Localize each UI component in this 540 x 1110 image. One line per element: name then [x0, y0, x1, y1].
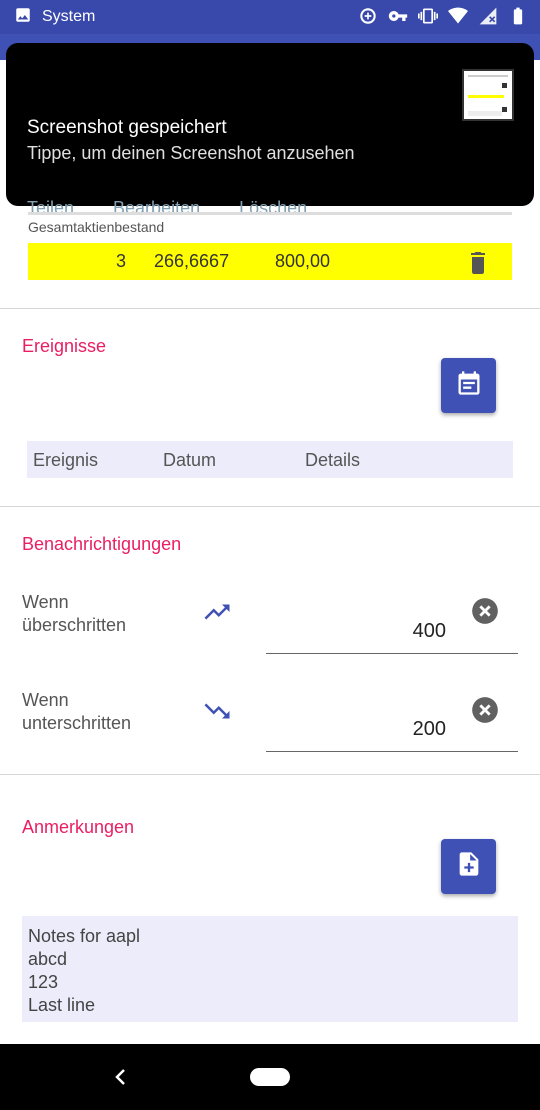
wifi-icon	[448, 6, 468, 31]
column-date: Datum	[163, 450, 217, 470]
above-label-line2: überschritten	[22, 615, 127, 635]
below-threshold-value: 200	[412, 718, 446, 740]
add-note-button[interactable]	[441, 839, 496, 894]
notes-line: Last line	[28, 995, 96, 1015]
vibrate-icon	[418, 6, 438, 31]
note-add-icon	[455, 850, 483, 883]
screenshot-notification[interactable]: Screenshot gespeichert Tippe, um deinen …	[6, 43, 534, 218]
trending-down-icon	[202, 696, 232, 726]
notification-text: Tippe, um deinen Screenshot anzusehen	[27, 143, 355, 163]
add-event-button[interactable]	[441, 358, 496, 413]
above-label-line1: Wenn	[22, 592, 69, 612]
total-holdings-row: 3 266,6667 800,00	[28, 243, 512, 280]
section-divider	[0, 506, 540, 507]
section-divider	[0, 308, 540, 309]
battery-icon	[508, 6, 528, 31]
column-event: Ereignis	[33, 450, 99, 470]
total-value: 800,00	[275, 251, 331, 271]
clear-below-button[interactable]	[471, 696, 499, 724]
total-quantity: 3	[115, 251, 126, 271]
above-threshold-label: Wenn überschritten	[22, 591, 126, 637]
delete-icon[interactable]	[466, 249, 490, 275]
image-icon	[14, 6, 32, 29]
below-threshold-label: Wenn unterschritten	[22, 689, 131, 735]
total-price: 266,6667	[154, 251, 230, 271]
notes-title: Anmerkungen	[22, 817, 135, 837]
clear-above-button[interactable]	[471, 597, 499, 625]
above-threshold-value: 400	[412, 620, 446, 642]
share-action[interactable]: Teilen	[27, 198, 74, 219]
home-button[interactable]	[250, 1068, 290, 1086]
notes-line: 123	[28, 972, 59, 992]
alerts-title: Benachrichtigungen	[22, 534, 182, 554]
events-table-header: Ereignis Datum Details	[27, 441, 513, 478]
total-holdings-label: Gesamtaktienbestand	[28, 219, 165, 235]
navigation-bar	[0, 1044, 540, 1110]
section-divider	[0, 774, 540, 775]
vpn-key-icon	[388, 6, 408, 31]
calendar-icon	[455, 369, 483, 402]
notes-text-area[interactable]: Notes for aapl abcd 123 Last line	[22, 916, 518, 1022]
events-title: Ereignisse	[22, 336, 107, 356]
data-saver-icon	[358, 6, 378, 31]
notes-line: abcd	[28, 949, 68, 969]
below-label-line2: unterschritten	[22, 713, 132, 733]
table-divider	[28, 212, 512, 215]
below-label-line1: Wenn	[22, 690, 69, 710]
status-app-label: System	[42, 8, 96, 25]
delete-action[interactable]: Löschen	[239, 198, 307, 219]
edit-action[interactable]: Bearbeiten	[113, 198, 200, 219]
notes-line: Notes for aapl	[28, 926, 141, 946]
column-details: Details	[305, 450, 361, 470]
no-signal-icon	[478, 6, 498, 31]
screenshot-thumbnail[interactable]	[462, 69, 514, 121]
notification-title: Screenshot gespeichert	[27, 117, 227, 138]
back-icon[interactable]	[110, 1064, 132, 1090]
trending-up-icon	[202, 597, 232, 627]
status-bar: System	[0, 0, 540, 34]
